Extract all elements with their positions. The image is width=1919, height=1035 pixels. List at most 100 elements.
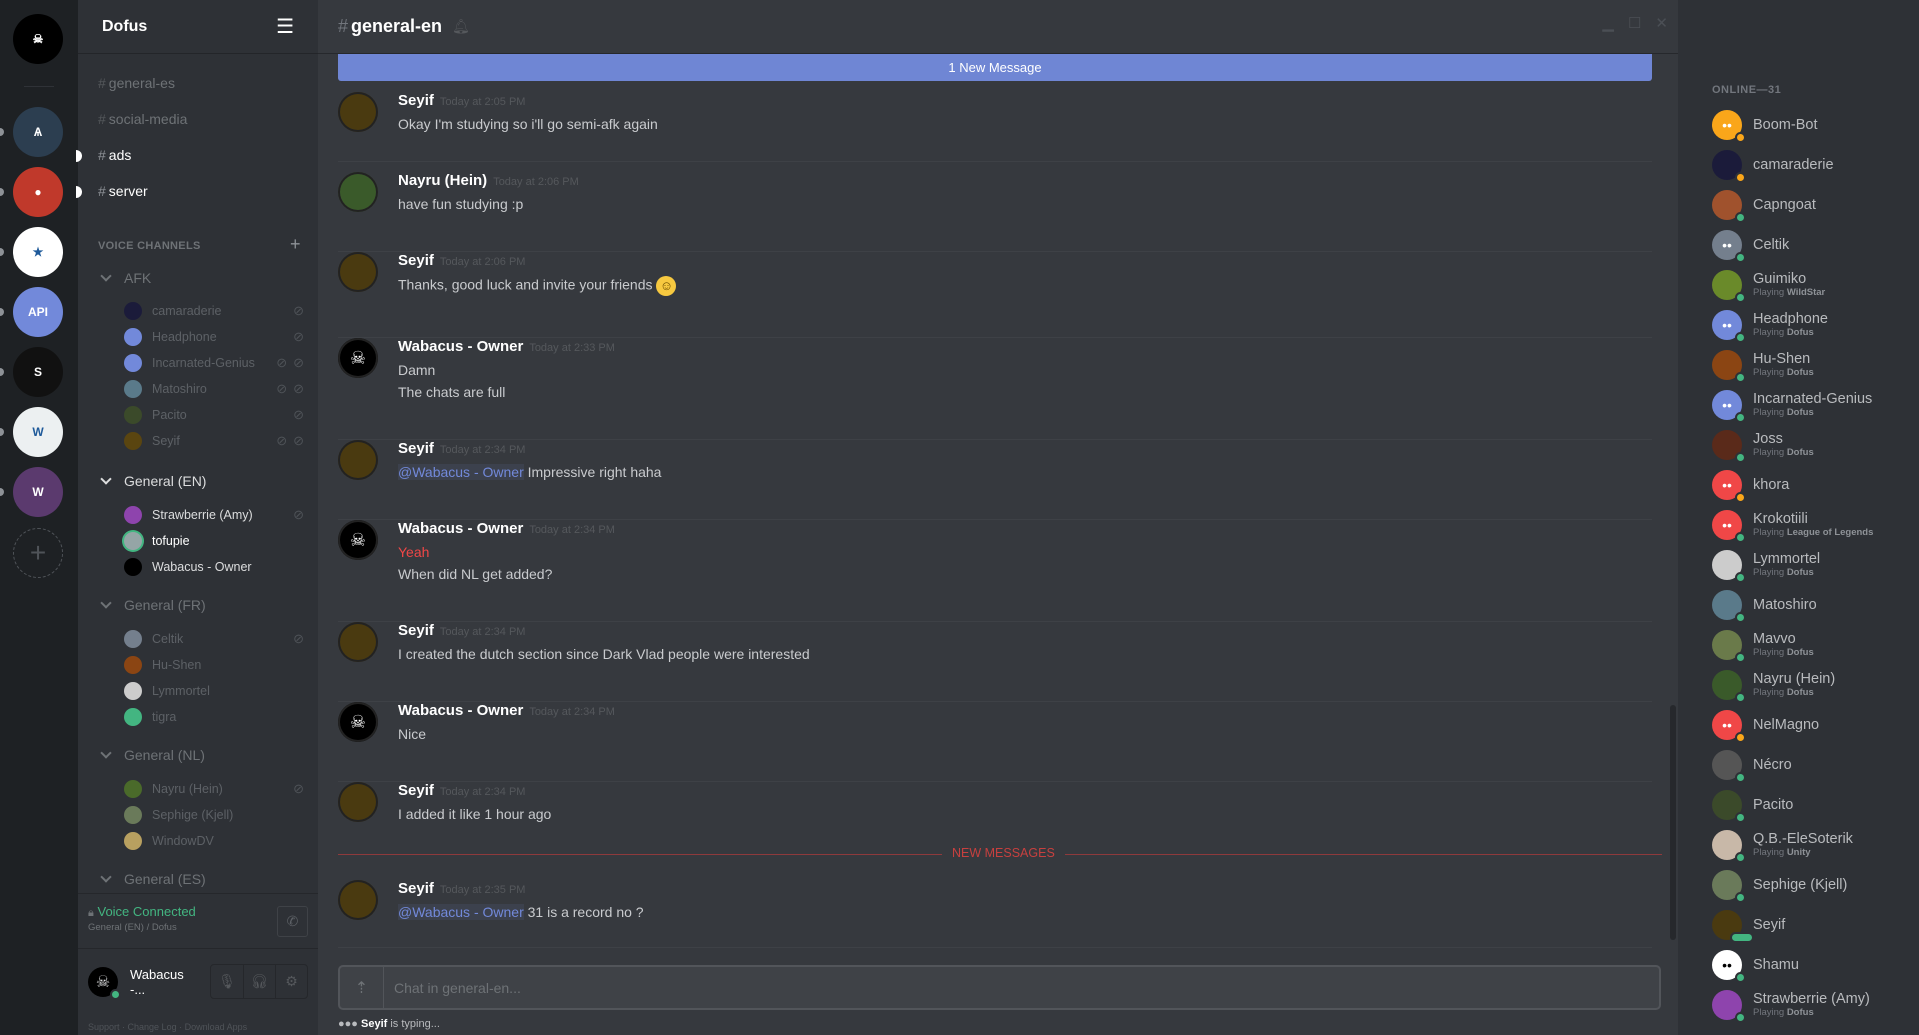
- new-message-bar[interactable]: 1 New Message: [338, 54, 1652, 81]
- guild-w-logo[interactable]: W: [13, 407, 63, 457]
- member-item[interactable]: Seyif: [1712, 908, 1912, 943]
- avatar[interactable]: ☠: [338, 338, 378, 378]
- voice-channel-general-en[interactable]: General (EN): [100, 473, 206, 489]
- voice-channel-general-nl[interactable]: General (NL): [100, 747, 205, 763]
- disconnect-button[interactable]: ✆: [277, 906, 308, 937]
- member-item[interactable]: Mavvo Playing Dofus: [1712, 628, 1912, 663]
- member-item[interactable]: •• Incarnated-Genius Playing Dofus: [1712, 388, 1912, 423]
- bell-icon[interactable]: 🔔︎: [452, 18, 470, 35]
- member-item[interactable]: •• Headphone Playing Dofus: [1712, 308, 1912, 343]
- member-item[interactable]: Pacito: [1712, 788, 1912, 823]
- channel-social-media[interactable]: # social-media: [98, 111, 187, 127]
- voice-user[interactable]: Matoshiro ⊘ ⊘: [124, 378, 304, 400]
- guild-csgo[interactable]: Ѧ: [13, 107, 63, 157]
- discord-logo-icon: ••: [1722, 317, 1732, 333]
- member-item[interactable]: •• Krokotiili Playing League of Legends: [1712, 508, 1912, 543]
- member-item[interactable]: •• Boom-Bot: [1712, 108, 1912, 143]
- member-item[interactable]: Sephige (Kjell): [1712, 868, 1912, 903]
- avatar[interactable]: [338, 880, 378, 920]
- author-name[interactable]: Seyif: [398, 92, 434, 109]
- author-name[interactable]: Wabacus - Owner: [398, 338, 523, 355]
- member-item[interactable]: •• NelMagno: [1712, 708, 1912, 743]
- member-item[interactable]: Lymmortel Playing Dofus: [1712, 548, 1912, 583]
- support-link[interactable]: Support: [88, 1022, 120, 1032]
- author-name[interactable]: Seyif: [398, 622, 434, 639]
- author-name[interactable]: Seyif: [398, 252, 434, 269]
- download-apps-link[interactable]: Download Apps: [185, 1022, 248, 1032]
- voice-user[interactable]: Seyif ⊘ ⊘: [124, 430, 304, 452]
- voice-user[interactable]: Sephige (Kjell): [124, 804, 304, 826]
- member-item[interactable]: Strawberrie (Amy) Playing Dofus: [1712, 988, 1912, 1023]
- avatar[interactable]: ☠: [88, 966, 121, 1000]
- author-name[interactable]: Wabacus - Owner: [398, 702, 523, 719]
- avatar[interactable]: ☠: [338, 520, 378, 560]
- avatar[interactable]: [338, 440, 378, 480]
- avatar[interactable]: [338, 172, 378, 212]
- minimize-icon[interactable]: ▁: [1602, 14, 1614, 32]
- avatar[interactable]: [338, 92, 378, 132]
- channel-server[interactable]: # server: [98, 183, 148, 199]
- member-item[interactable]: Capngoat: [1712, 188, 1912, 223]
- guild-discord-api[interactable]: API: [13, 287, 63, 337]
- voice-user[interactable]: Pacito ⊘: [124, 404, 304, 426]
- member-item[interactable]: Matoshiro: [1712, 588, 1912, 623]
- gear-icon[interactable]: ⚙: [275, 965, 307, 998]
- voice-user[interactable]: Wabacus - Owner: [124, 556, 304, 578]
- changelog-link[interactable]: Change Log: [128, 1022, 177, 1032]
- member-item[interactable]: camaraderie: [1712, 148, 1912, 183]
- voice-channel-general-fr[interactable]: General (FR): [100, 597, 206, 613]
- microphone-icon[interactable]: 🎙︎: [211, 965, 243, 998]
- guild-australia-discord[interactable]: ★: [13, 227, 63, 277]
- member-item[interactable]: •• khora: [1712, 468, 1912, 503]
- channel-ads[interactable]: # ads: [98, 147, 131, 163]
- member-item[interactable]: Q.B.-EleSoterik Playing Unity: [1712, 828, 1912, 863]
- guild-reddit[interactable]: ●: [13, 167, 63, 217]
- member-item[interactable]: Nécro: [1712, 748, 1912, 783]
- voice-user[interactable]: Nayru (Hein) ⊘: [124, 778, 304, 800]
- voice-user[interactable]: WindowDV: [124, 830, 304, 852]
- voice-user[interactable]: camaraderie ⊘: [124, 300, 304, 322]
- upload-button[interactable]: ⇡: [340, 967, 384, 1008]
- member-item[interactable]: Guimiko Playing WildStar: [1712, 268, 1912, 303]
- author-name[interactable]: Seyif: [398, 440, 434, 457]
- avatar[interactable]: [338, 782, 378, 822]
- author-name[interactable]: Nayru (Hein): [398, 172, 487, 189]
- member-item[interactable]: •• Shamu: [1712, 948, 1912, 983]
- add-server-button[interactable]: +: [13, 528, 63, 578]
- member-item[interactable]: •• Celtik: [1712, 228, 1912, 263]
- channel-general-es[interactable]: # general-es: [98, 75, 175, 91]
- voice-user[interactable]: Hu-Shen: [124, 654, 304, 676]
- voice-user[interactable]: Lymmortel: [124, 680, 304, 702]
- author-name[interactable]: Seyif: [398, 880, 434, 897]
- user-mention[interactable]: @Wabacus - Owner: [398, 464, 524, 480]
- voice-user[interactable]: Celtik ⊘: [124, 628, 304, 650]
- server-header[interactable]: Dofus ☰: [78, 0, 318, 54]
- add-channel-icon[interactable]: +: [290, 234, 301, 255]
- voice-channel-afk[interactable]: AFK: [100, 270, 151, 286]
- message-input[interactable]: [384, 979, 1659, 996]
- guild-wakfu[interactable]: W: [13, 467, 63, 517]
- avatar[interactable]: ☠: [338, 702, 378, 742]
- member-item[interactable]: Hu-Shen Playing Dofus: [1712, 348, 1912, 383]
- voice-user[interactable]: Headphone ⊘: [124, 326, 304, 348]
- close-icon[interactable]: ✕: [1655, 14, 1668, 32]
- voice-channel-general-es[interactable]: General (ES): [100, 871, 206, 887]
- voice-user[interactable]: Incarnated-Genius ⊘ ⊘: [124, 352, 304, 374]
- voice-user[interactable]: Strawberrie (Amy) ⊘: [124, 504, 304, 526]
- avatar[interactable]: [338, 252, 378, 292]
- message-content: 31 is a record no ?: [527, 904, 644, 920]
- author-name[interactable]: Wabacus - Owner: [398, 520, 523, 537]
- guild-skull[interactable]: ☠: [13, 14, 63, 64]
- hamburger-icon[interactable]: ☰: [276, 14, 294, 39]
- user-mention[interactable]: @Wabacus - Owner: [398, 904, 524, 920]
- voice-user[interactable]: tigra: [124, 706, 304, 728]
- headphones-icon[interactable]: 🎧︎: [243, 965, 275, 998]
- member-item[interactable]: Joss Playing Dofus: [1712, 428, 1912, 463]
- guild-s-logo[interactable]: S: [13, 347, 63, 397]
- member-item[interactable]: Nayru (Hein) Playing Dofus: [1712, 668, 1912, 703]
- author-name[interactable]: Seyif: [398, 782, 434, 799]
- voice-user[interactable]: tofupie: [124, 530, 304, 552]
- scrollbar[interactable]: [1670, 705, 1676, 940]
- maximize-icon[interactable]: ☐: [1628, 14, 1641, 32]
- avatar[interactable]: [338, 622, 378, 662]
